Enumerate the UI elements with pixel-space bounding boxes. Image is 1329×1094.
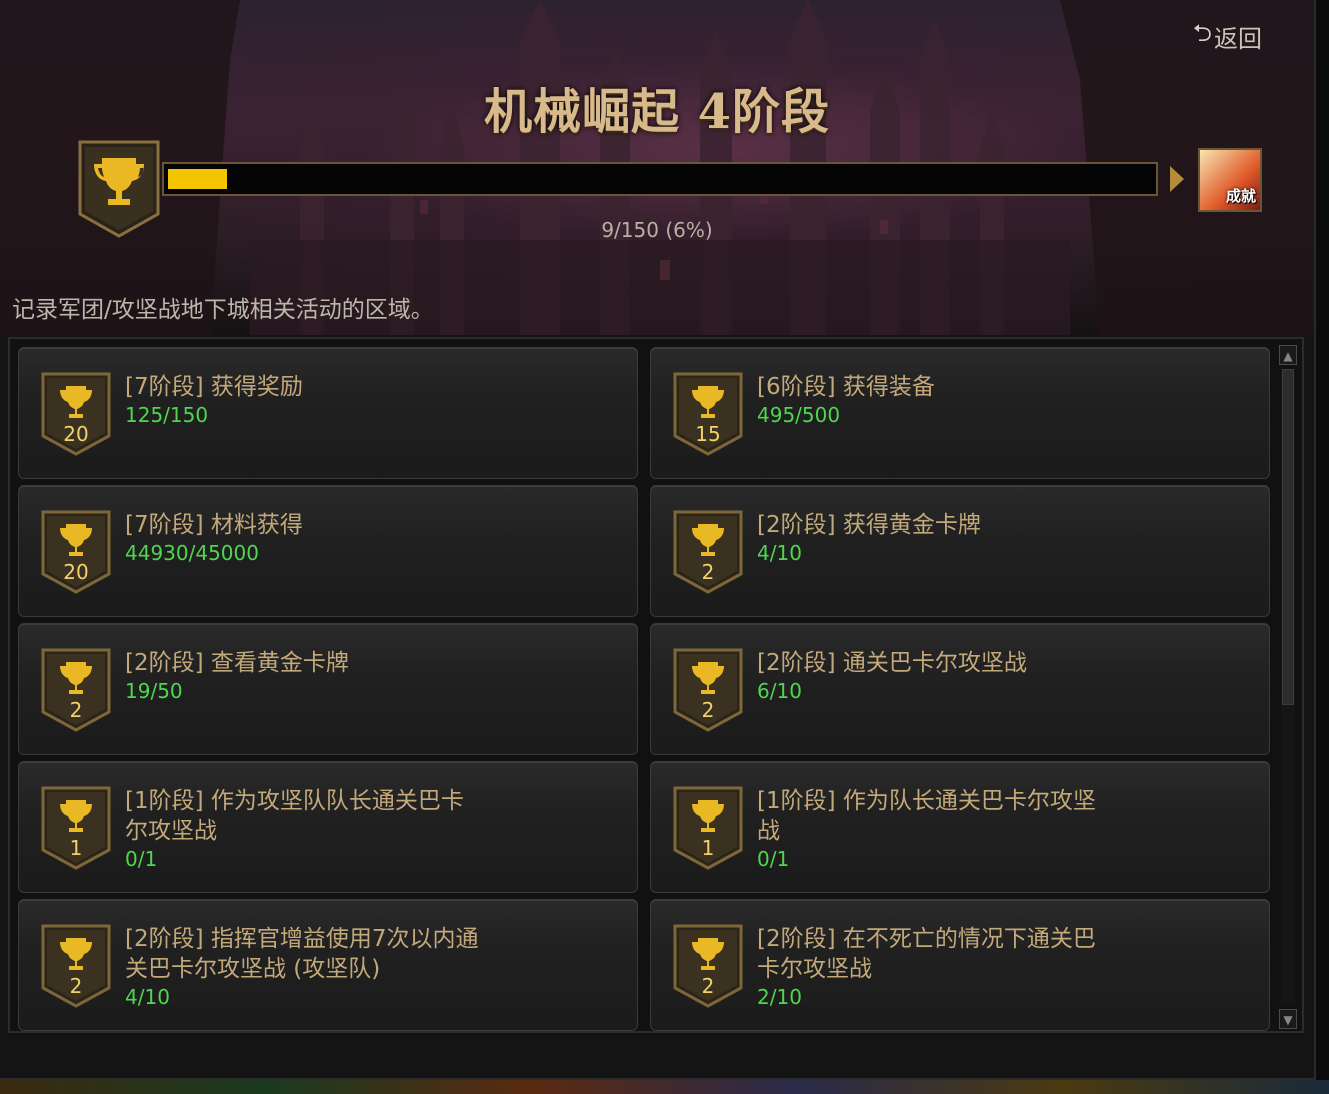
achievement-count: 6/10 [757,679,802,703]
achievement-card[interactable]: 2 [2阶段] 在不死亡的情况下通关巴卡尔攻坚战 2/10 [650,899,1270,1031]
achievement-name: [2阶段] 获得黄金卡牌 [757,512,981,538]
achievement-name: [2阶段] 查看黄金卡牌 [125,650,349,676]
trophy-badge-icon: 2 [673,648,743,732]
achievement-name: [2阶段] 通关巴卡尔攻坚战 [757,650,1027,676]
achievement-card[interactable]: 2 [2阶段] 查看黄金卡牌 19/50 [18,623,638,755]
badge-points: 2 [701,974,715,998]
achievement-count: 44930/45000 [125,541,259,565]
trophy-badge-icon: 2 [41,648,111,732]
scroll-thumb[interactable] [1282,369,1294,705]
achievement-card[interactable]: 2 [2阶段] 通关巴卡尔攻坚战 6/10 [650,623,1270,755]
scroll-track[interactable] [1281,369,1295,1005]
trophy-badge-icon: 2 [41,924,111,1008]
progress-arrow-icon [1170,166,1184,192]
area-description: 记录军团/攻坚战地下城相关活动的区域。 [12,297,434,323]
badge-points: 20 [63,560,89,584]
achievement-list: 20 [7阶段] 获得奖励 125/150 15 [6阶段] 获得装备 495/500 20… [8,337,1304,1033]
list-scrollbar[interactable]: ▲ ▼ [1279,345,1299,1031]
trophy-badge-icon: 15 [673,372,743,456]
scroll-up-button[interactable]: ▲ [1279,345,1297,365]
achievement-icon-label: 成就 [1225,187,1256,205]
achievement-card[interactable]: 20 [7阶段] 材料获得 44930/45000 [18,485,638,617]
achievement-card[interactable]: 20 [7阶段] 获得奖励 125/150 [18,347,638,479]
trophy-badge-icon: 20 [41,510,111,594]
achievement-name: [1阶段] 作为队长通关巴卡尔攻坚战 [757,788,1096,844]
achievement-count: 4/10 [757,541,802,565]
achievement-name: [2阶段] 在不死亡的情况下通关巴卡尔攻坚战 [757,926,1096,982]
badge-points: 20 [63,422,89,446]
trophy-badge-icon: 20 [41,372,111,456]
badge-points: 2 [69,698,83,722]
achievement-count: 125/150 [125,403,209,427]
achievement-count: 19/50 [125,679,183,703]
achievement-name: [7阶段] 材料获得 [125,512,303,538]
achievement-name: [1阶段] 作为攻坚队队长通关巴卡尔攻坚战 [125,788,464,844]
background-game-strip [0,1080,1329,1094]
achievement-count: 495/500 [757,403,841,427]
achievement-count: 2/10 [757,985,802,1009]
back-button[interactable]: ⮌ 返回 [1193,16,1262,57]
achievement-count: 4/10 [125,985,170,1009]
page-title: 机械崛起 4阶段 [483,84,831,140]
trophy-badge-icon: 2 [673,924,743,1008]
achievement-name: [6阶段] 获得装备 [757,374,935,400]
trophy-badge-icon: 1 [41,786,111,870]
achievement-reward-icon[interactable]: 成就 [1198,148,1262,212]
progress-text: 9/150 (6%) [601,218,713,242]
badge-points: 2 [69,974,83,998]
achievement-card[interactable]: 15 [6阶段] 获得装备 495/500 [650,347,1270,479]
achievement-count: 0/1 [125,847,158,871]
achievement-name: [2阶段] 指挥官增益使用7次以内通关巴卡尔攻坚战 (攻坚队) [125,926,479,982]
achievement-card[interactable]: 1 [1阶段] 作为队长通关巴卡尔攻坚战 0/1 [650,761,1270,893]
return-arrow-icon: ⮌ [1192,19,1212,47]
badge-points: 15 [695,422,721,446]
trophy-badge-icon: 2 [673,510,743,594]
trophy-badge-icon: 1 [673,786,743,870]
achievement-card[interactable]: 1 [1阶段] 作为攻坚队队长通关巴卡尔攻坚战 0/1 [18,761,638,893]
achievement-card[interactable]: 2 [2阶段] 获得黄金卡牌 4/10 [650,485,1270,617]
scroll-down-button[interactable]: ▼ [1279,1009,1297,1029]
achievement-card[interactable]: 2 [2阶段] 指挥官增益使用7次以内通关巴卡尔攻坚战 (攻坚队) 4/10 [18,899,638,1031]
achievement-name: [7阶段] 获得奖励 [125,374,303,400]
achievement-count: 0/1 [757,847,790,871]
badge-points: 2 [701,560,715,584]
stage-progress-bar [162,162,1158,196]
badge-points: 1 [69,836,83,860]
progress-fill [168,169,227,189]
badge-points: 1 [701,836,715,860]
achievement-window: ⮌ 返回 机械崛起 4阶段 成就 9/150 (6%) 记录军团/攻坚战地下城相… [0,0,1316,1080]
back-label: 返回 [1214,25,1262,53]
badge-points: 2 [701,698,715,722]
